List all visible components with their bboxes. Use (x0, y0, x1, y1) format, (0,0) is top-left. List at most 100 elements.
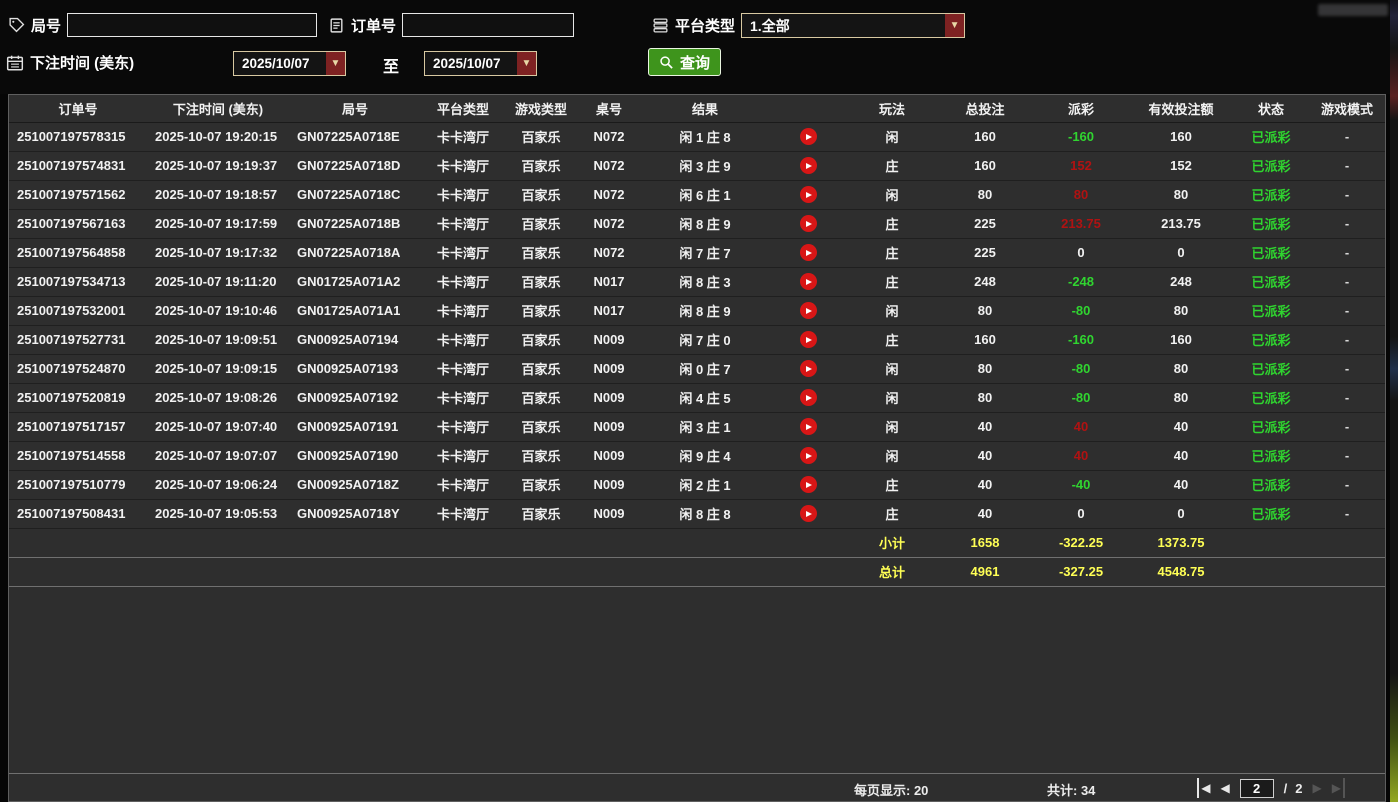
cell-replay (769, 122, 847, 151)
replay-play-icon[interactable] (800, 273, 817, 290)
cell (289, 557, 421, 586)
cell: GN00925A07191 (289, 412, 421, 441)
cell: N009 (577, 383, 641, 412)
cell: - (1309, 267, 1385, 296)
prev-page-icon[interactable]: ◀ (1220, 778, 1229, 798)
table-row: 2510071975648582025-10-07 19:17:32GN0722… (9, 238, 1385, 267)
cell: 百家乐 (505, 151, 577, 180)
replay-play-icon[interactable] (800, 186, 817, 203)
cell: 已派彩 (1233, 180, 1309, 209)
cell: N072 (577, 180, 641, 209)
cell: 卡卡湾厅 (421, 296, 505, 325)
next-page-icon[interactable]: ▶ (1313, 778, 1322, 798)
order-number-input[interactable] (402, 13, 574, 37)
cell (9, 557, 147, 586)
cell (289, 528, 421, 557)
round-number-input[interactable] (67, 13, 317, 37)
cell: -40 (1033, 470, 1129, 499)
replay-play-icon[interactable] (800, 302, 817, 319)
cell: 251007197514558 (9, 441, 147, 470)
column-header: 状态 (1233, 95, 1309, 122)
cell: 40 (1129, 470, 1233, 499)
replay-play-icon[interactable] (800, 244, 817, 261)
cell: - (1309, 151, 1385, 180)
platform-type-select[interactable]: 1.全部 ▼ (741, 13, 965, 38)
cell: 百家乐 (505, 325, 577, 354)
cell: 160 (937, 325, 1033, 354)
last-page-icon[interactable]: ▶ (1332, 778, 1345, 798)
first-page-icon[interactable]: ◀ (1197, 778, 1210, 798)
replay-play-icon[interactable] (800, 128, 817, 145)
cell: N009 (577, 354, 641, 383)
replay-play-icon[interactable] (800, 157, 817, 174)
cell: 已派彩 (1233, 499, 1309, 528)
cell: 闲 8 庄 9 (641, 296, 769, 325)
play-triangle (806, 192, 812, 198)
cell: 已派彩 (1233, 354, 1309, 383)
cell: 百家乐 (505, 267, 577, 296)
cell: 80 (1129, 180, 1233, 209)
cell: 40 (937, 441, 1033, 470)
cell-replay (769, 180, 847, 209)
query-button[interactable]: 查询 (648, 48, 721, 76)
cell: 闲 8 庄 9 (641, 209, 769, 238)
current-page-input[interactable]: 2 (1240, 779, 1274, 798)
cell (577, 557, 641, 586)
platform-layers-icon (652, 17, 669, 34)
cell: 闲 6 庄 1 (641, 180, 769, 209)
replay-play-icon[interactable] (800, 389, 817, 406)
cell-replay (769, 470, 847, 499)
cell: 251007197524870 (9, 354, 147, 383)
calendar-icon (6, 54, 24, 72)
cell: 251007197517157 (9, 412, 147, 441)
records-table: 订单号下注时间 (美东)局号平台类型游戏类型桌号结果玩法总投注派彩有效投注额状态… (9, 95, 1385, 587)
replay-play-icon[interactable] (800, 215, 817, 232)
order-number-label: 订单号 (351, 15, 396, 36)
table-row: 2510071975145582025-10-07 19:07:07GN0092… (9, 441, 1385, 470)
cell: 80 (1129, 383, 1233, 412)
cell-replay (769, 383, 847, 412)
cell: 160 (937, 151, 1033, 180)
cell: 2025-10-07 19:05:53 (147, 499, 289, 528)
chevron-down-icon: ▼ (326, 52, 345, 75)
cell (421, 528, 505, 557)
cell: N009 (577, 499, 641, 528)
round-number-label: 局号 (31, 15, 61, 36)
table-row: 2510071975671632025-10-07 19:17:59GN0722… (9, 209, 1385, 238)
replay-play-icon[interactable] (800, 476, 817, 493)
replay-play-icon[interactable] (800, 418, 817, 435)
round-number-field: 局号 (8, 13, 317, 37)
cell: - (1309, 238, 1385, 267)
cell: 庄 (847, 499, 937, 528)
cell: 40 (1033, 412, 1129, 441)
cell: 2025-10-07 19:20:15 (147, 122, 289, 151)
column-header: 平台类型 (421, 95, 505, 122)
replay-play-icon[interactable] (800, 331, 817, 348)
cell: GN00925A07194 (289, 325, 421, 354)
replay-play-icon[interactable] (800, 505, 817, 522)
cell (1309, 557, 1385, 586)
replay-play-icon[interactable] (800, 447, 817, 464)
cell: 40 (1129, 441, 1233, 470)
cell: 庄 (847, 209, 937, 238)
background-window-edge (1390, 0, 1398, 802)
date-to-select[interactable]: 2025/10/07 ▼ (424, 51, 537, 76)
cell: GN07225A0718E (289, 122, 421, 151)
cell: N017 (577, 296, 641, 325)
cell: 2025-10-07 19:17:32 (147, 238, 289, 267)
table-footer: 每页显示: 20 共计: 34 ◀ ◀ 2 / 2 ▶ ▶ (9, 773, 1385, 801)
replay-play-icon[interactable] (800, 360, 817, 377)
cell: 2025-10-07 19:07:40 (147, 412, 289, 441)
cell: 闲 7 庄 7 (641, 238, 769, 267)
cell: GN07225A0718C (289, 180, 421, 209)
cell: 卡卡湾厅 (421, 383, 505, 412)
bet-time-label: 下注时间 (美东) (30, 52, 134, 73)
cell: 卡卡湾厅 (421, 470, 505, 499)
cell: 卡卡湾厅 (421, 267, 505, 296)
cell: 225 (937, 209, 1033, 238)
date-from-select[interactable]: 2025/10/07 ▼ (233, 51, 346, 76)
cell (1233, 528, 1309, 557)
cell (641, 557, 769, 586)
cell: 卡卡湾厅 (421, 441, 505, 470)
subtotal-row: 小计1658-322.251373.75 (9, 528, 1385, 557)
